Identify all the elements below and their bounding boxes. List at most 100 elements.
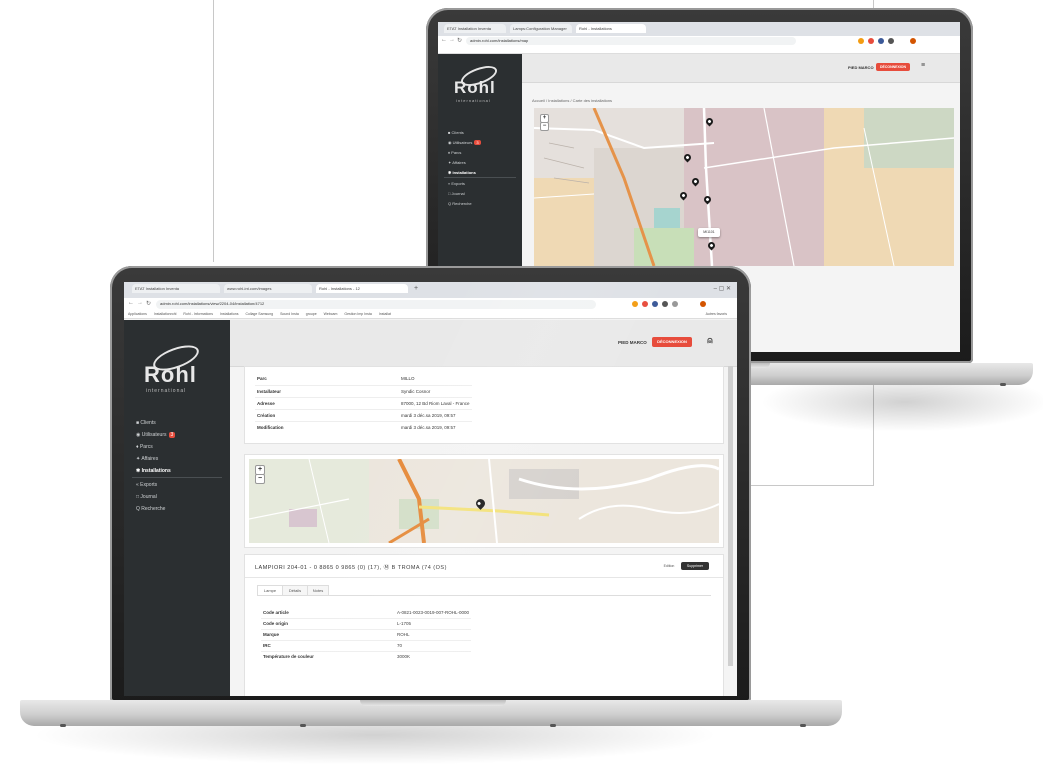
back-arrow-icon[interactable]: ←	[441, 37, 447, 43]
sidebar-item-recherche[interactable]: Q Recherche	[448, 201, 472, 206]
info-key: Modification	[257, 424, 284, 430]
extension-icon[interactable]	[672, 301, 678, 307]
forward-arrow-icon[interactable]: →	[449, 37, 455, 43]
lamp-detail-table: Code article A-0821-0023-0019-007-ROHL-00…	[261, 607, 472, 662]
extension-icon[interactable]	[642, 301, 648, 307]
info-value: mardi 3 déc.sa 2019, 09:57	[401, 424, 456, 430]
extension-icon[interactable]	[868, 38, 874, 44]
sidebar-item-exports[interactable]: « Exports	[136, 482, 157, 488]
bookmark-item[interactable]: Rohl - Informations	[183, 311, 213, 318]
browser-tab-active[interactable]: Rohl - Installations	[576, 24, 646, 33]
sidebar-item-installations[interactable]: ✱ Installations	[448, 170, 476, 175]
address-bar: ← → ↻ admin.rohl.com/installations/map	[438, 36, 960, 46]
bookmark-item[interactable]: groupe	[306, 311, 317, 318]
logout-button[interactable]: DÉCONNEXION	[652, 337, 692, 347]
divider	[245, 577, 723, 578]
reload-icon[interactable]: ↻	[146, 300, 151, 307]
browser-tab[interactable]: ETAT Installation Inventa	[444, 24, 506, 33]
zoom-out-button[interactable]: −	[540, 122, 549, 131]
edit-button[interactable]: Edition	[659, 562, 679, 570]
info-key: Installateur	[257, 388, 282, 394]
logout-button[interactable]: DÉCONNEXION	[876, 63, 910, 71]
reload-icon[interactable]: ↻	[457, 37, 462, 44]
url-field[interactable]: admin.rohl.com/installations/view/2204-0…	[156, 300, 596, 309]
browser-tab-strip: ETAT Installation Inventa Lamps:Configur…	[438, 22, 960, 36]
front-laptop-screen: ETAT Installation Inventa www.rohl-int.c…	[124, 282, 737, 696]
bookmark-item[interactable]: Sound Insta	[280, 311, 299, 318]
browser-tab[interactable]: Lamps:Configuration Manager	[510, 24, 572, 33]
url-field[interactable]: admin.rohl.com/installations/map	[466, 37, 796, 45]
sidebar-item-parcs[interactable]: ♦ Parcs	[448, 150, 461, 155]
logo-subtitle: international	[146, 388, 187, 394]
scrollbar[interactable]	[728, 366, 733, 666]
breadcrumb: Accueil / Installations / Carte des inst…	[532, 98, 613, 103]
lamp-title: LAMPIORI 204-01 - 0 8865 0 9865 (0) (17)…	[255, 565, 447, 571]
detail-key: Marque	[263, 632, 280, 637]
browser-tab[interactable]: www.rohl-int.com/images	[224, 284, 312, 293]
user-icon[interactable]: ≡	[918, 62, 928, 69]
sidebar-item-utilisateurs[interactable]: ◉ Utilisateurs 3	[448, 140, 481, 145]
installation-info-table: Parc MILLO Installateur Syndic Cosnor Adre…	[255, 373, 472, 433]
sidebar-item-affaires[interactable]: ✦ Affaires	[448, 160, 466, 165]
detail-value: ROHL	[397, 632, 410, 637]
back-arrow-icon[interactable]: ←	[128, 300, 134, 306]
info-value: MILLO	[401, 376, 415, 382]
extension-icon[interactable]	[652, 301, 658, 307]
sidebar-item-journal[interactable]: □ Journal	[136, 494, 157, 500]
extension-icon[interactable]	[878, 38, 884, 44]
detail-key: Température de couleur	[263, 654, 314, 660]
installation-map-card: + −	[244, 454, 724, 548]
user-icon[interactable]: ⍝	[704, 335, 716, 346]
sidebar-divider	[444, 177, 516, 178]
app-topbar: PIED MARCO DÉCONNEXION ⍝	[230, 320, 737, 367]
new-tab-icon[interactable]: +	[414, 285, 418, 292]
extension-icon[interactable]	[662, 301, 668, 307]
address-bar: ← → ↻ admin.rohl.com/installations/view/…	[124, 298, 737, 310]
detail-key: Code origin	[263, 621, 288, 626]
profile-avatar[interactable]	[700, 301, 706, 307]
laptop-foot	[800, 724, 806, 727]
info-key: Parc	[257, 376, 267, 382]
user-name: PIED MARCO	[848, 65, 874, 70]
sidebar-item-exports[interactable]: « Exports	[448, 181, 465, 186]
detail-key: Code article	[263, 609, 289, 615]
bookmark-item[interactable]: Installations	[220, 311, 238, 318]
user-name: PIED MARCO	[618, 340, 647, 345]
installations-map[interactable]: + − MI1101	[534, 108, 954, 266]
bookmark-item[interactable]: Installationrohl	[154, 311, 177, 318]
sidebar-item-clients[interactable]: ■ Clients	[136, 420, 156, 426]
detail-value: L-1705	[397, 621, 412, 626]
laptop-foot	[1000, 383, 1006, 386]
sidebar-item-journal[interactable]: □ Journal	[448, 191, 465, 196]
bookmark-item[interactable]: Autres favoris	[706, 311, 727, 318]
sidebar-item-installations[interactable]: ✱ Installations	[136, 468, 171, 474]
bookmark-item[interactable]: Applications	[128, 311, 147, 318]
extension-icon[interactable]	[888, 38, 894, 44]
forward-arrow-icon[interactable]: →	[137, 300, 143, 306]
info-value: Syndic Cosnor	[401, 388, 431, 394]
map-popup: MI1101	[698, 228, 720, 237]
sidebar-item-affaires[interactable]: ✦ Affaires	[136, 456, 158, 462]
zoom-out-button[interactable]: −	[255, 474, 265, 484]
sidebar-item-recherche[interactable]: Q Recherche	[136, 506, 165, 512]
extension-icon[interactable]	[632, 301, 638, 307]
profile-avatar[interactable]	[910, 38, 916, 44]
sidebar-item-parcs[interactable]: ♦ Parcs	[136, 444, 153, 450]
bookmarks-bar	[438, 46, 960, 54]
sidebar-item-utilisateurs[interactable]: ◉ Utilisateurs 3	[136, 432, 176, 438]
laptop-foot	[60, 724, 66, 727]
bookmark-item[interactable]: Installat	[379, 311, 391, 318]
window-controls[interactable]: – ▢ ✕	[714, 285, 731, 292]
browser-tab[interactable]: ETAT Installation Inventa	[132, 284, 220, 293]
installation-map[interactable]: + −	[249, 459, 719, 543]
bookmark-item[interactable]: Webcam	[324, 311, 338, 318]
delete-button[interactable]: Supprimer	[681, 562, 709, 570]
browser-tab-active[interactable]: Rohl - Installations - 12	[316, 284, 408, 293]
bookmark-item[interactable]: Collage Samsung	[245, 311, 273, 318]
info-key: Adresse	[257, 400, 275, 406]
installation-info-card: Parc MILLO Installateur Syndic Cosnor Adre…	[244, 366, 724, 444]
sidebar-item-clients[interactable]: ■ Clients	[448, 130, 464, 135]
detail-value: 3000K	[397, 654, 411, 660]
bookmark-item[interactable]: Gestion Imp Insta	[344, 311, 371, 318]
extension-icon[interactable]	[858, 38, 864, 44]
